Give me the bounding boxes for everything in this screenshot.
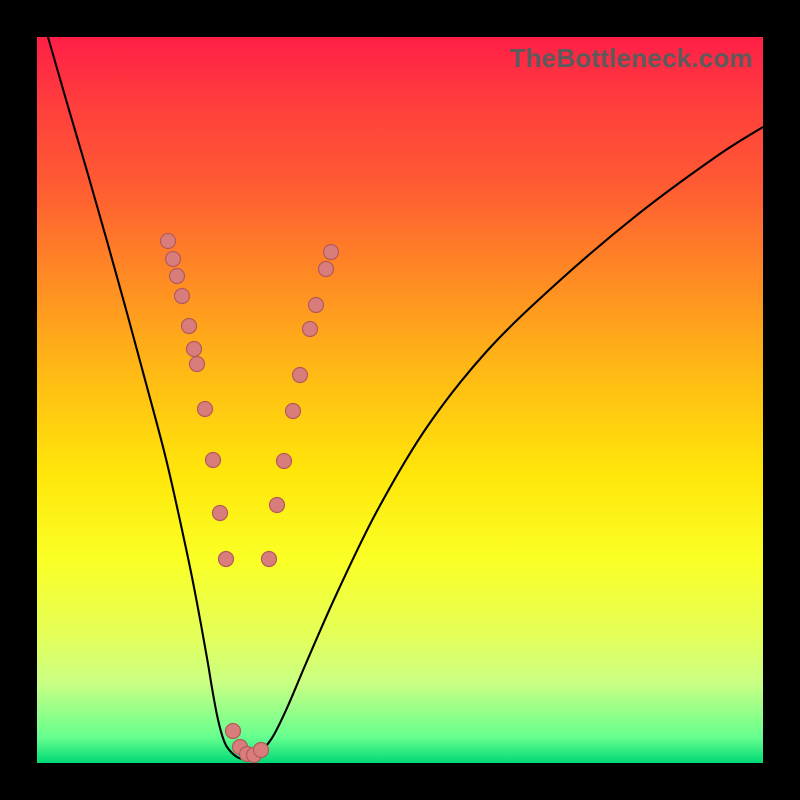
data-marker [277, 454, 292, 469]
data-marker [166, 252, 181, 267]
data-marker [324, 245, 339, 260]
data-marker [213, 506, 228, 521]
data-marker [270, 498, 285, 513]
data-marker [293, 368, 308, 383]
data-marker [309, 298, 324, 313]
data-marker [254, 743, 269, 758]
data-marker [319, 262, 334, 277]
data-marker [262, 552, 277, 567]
data-marker [219, 552, 234, 567]
data-markers [161, 234, 339, 763]
bottleneck-curve [48, 37, 763, 759]
data-marker [182, 319, 197, 334]
data-marker [170, 269, 185, 284]
data-marker [286, 404, 301, 419]
data-marker [190, 357, 205, 372]
data-marker [226, 724, 241, 739]
data-marker [303, 322, 318, 337]
data-marker [187, 342, 202, 357]
data-marker [161, 234, 176, 249]
data-marker [206, 453, 221, 468]
data-marker [198, 402, 213, 417]
stage: TheBottleneck.com [0, 0, 800, 800]
plot-area: TheBottleneck.com [37, 37, 763, 763]
data-marker [175, 289, 190, 304]
curve-svg [37, 37, 763, 763]
